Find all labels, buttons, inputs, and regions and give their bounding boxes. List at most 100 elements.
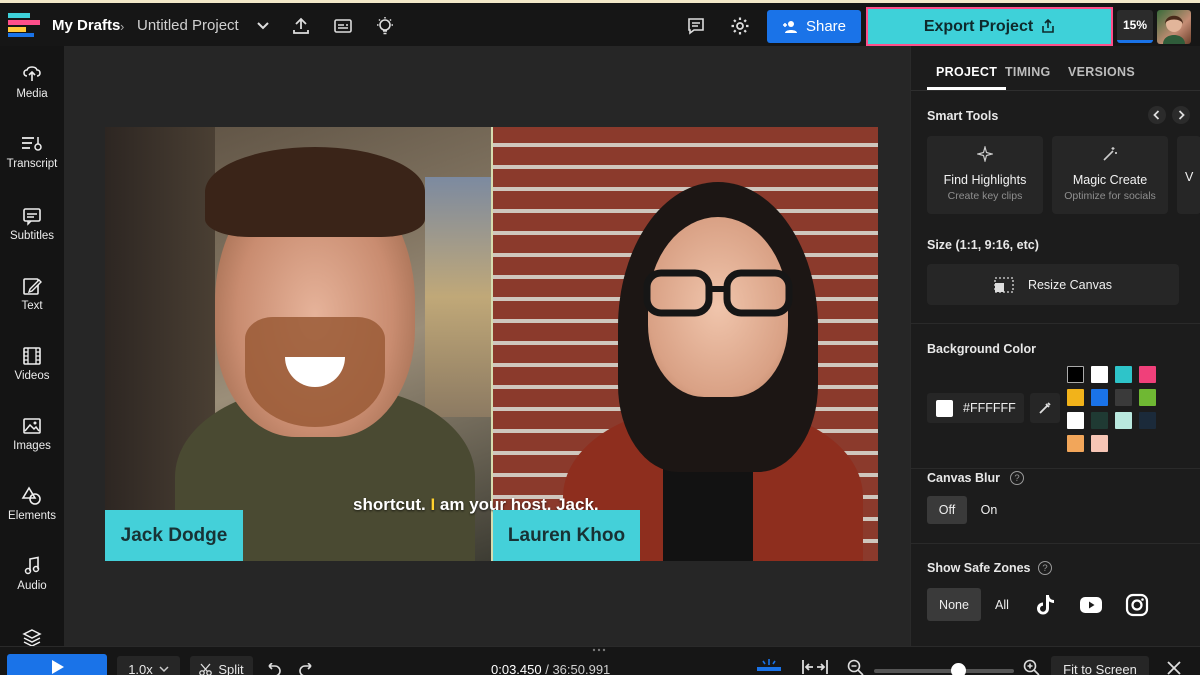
resize-label: Resize Canvas xyxy=(1027,277,1113,292)
undo-icon[interactable] xyxy=(265,663,281,675)
color-swatch[interactable] xyxy=(1139,366,1156,383)
sidebar-item-elements[interactable]: Elements xyxy=(0,486,64,522)
playback-timecode: 0:03.450 / 36:50.991 xyxy=(491,662,610,675)
tool-title: Find Highlights xyxy=(943,173,1027,187)
background-hex-input[interactable]: #FFFFFF xyxy=(927,393,1024,423)
color-swatch[interactable] xyxy=(1091,412,1108,429)
color-swatch[interactable] xyxy=(1139,412,1156,429)
avatar[interactable] xyxy=(1157,10,1191,44)
split-button[interactable]: Split xyxy=(190,656,253,675)
playback-speed-dropdown[interactable]: 1.0x xyxy=(117,656,180,675)
color-swatch[interactable] xyxy=(1115,389,1132,406)
chevron-left-icon[interactable] xyxy=(1148,106,1166,124)
time-separator: / xyxy=(541,662,553,675)
color-swatch[interactable] xyxy=(1091,366,1108,383)
caption-text: shortcut. xyxy=(353,495,431,514)
progress-badge[interactable]: 15% xyxy=(1117,10,1153,43)
sidebar-item-videos[interactable]: Videos xyxy=(0,346,64,382)
fit-timeline-icon[interactable] xyxy=(801,659,829,675)
sidebar-item-images[interactable]: Images xyxy=(0,416,64,452)
background-painting xyxy=(425,177,491,417)
share-button[interactable]: Share xyxy=(767,10,861,43)
zoom-out-icon[interactable] xyxy=(847,659,864,675)
close-icon[interactable] xyxy=(1166,660,1182,675)
tab-project[interactable]: PROJECT xyxy=(936,65,997,79)
chevron-down-icon xyxy=(159,666,169,673)
export-project-button[interactable]: Export Project xyxy=(866,7,1113,46)
sparkle-icon xyxy=(975,144,995,164)
music-note-icon xyxy=(24,556,40,575)
sidebar-item-label: Audio xyxy=(17,580,47,592)
sidebar-item-audio[interactable]: Audio xyxy=(0,556,64,592)
redo-icon[interactable] xyxy=(299,663,315,675)
third-tool-card[interactable]: V xyxy=(1177,136,1200,214)
tiktok-icon[interactable] xyxy=(1033,593,1057,617)
safe-zone-all-button[interactable]: All xyxy=(989,588,1015,621)
image-icon xyxy=(23,418,41,434)
zoom-in-icon[interactable] xyxy=(1023,659,1040,675)
left-sidebar: Media Transcript Subtitles Text Videos I… xyxy=(0,46,64,647)
play-button[interactable] xyxy=(7,654,107,675)
scissors-icon xyxy=(199,663,213,675)
help-icon[interactable]: ? xyxy=(1010,471,1024,485)
chevron-down-icon[interactable] xyxy=(256,18,270,32)
chevron-right-icon[interactable] xyxy=(1172,106,1190,124)
breadcrumb-my-drafts[interactable]: My Drafts xyxy=(52,17,120,34)
project-title[interactable]: Untitled Project xyxy=(137,17,239,34)
tab-timing[interactable]: TIMING xyxy=(1005,65,1051,79)
captions-icon[interactable] xyxy=(333,16,353,36)
waveform-icon[interactable] xyxy=(755,657,783,675)
upload-icon[interactable] xyxy=(291,16,311,36)
export-icon xyxy=(1042,19,1054,33)
color-swatch[interactable] xyxy=(1067,389,1084,406)
eyedropper-button[interactable] xyxy=(1030,393,1060,423)
sidebar-item-transcript[interactable]: Transcript xyxy=(0,134,64,170)
color-swatch[interactable] xyxy=(1115,366,1132,383)
avatar-image xyxy=(1163,15,1185,44)
resize-canvas-button[interactable]: Resize Canvas xyxy=(927,264,1179,305)
comment-icon[interactable] xyxy=(686,16,706,36)
export-label: Export Project xyxy=(923,17,1034,35)
divider xyxy=(911,90,1200,91)
blur-off-button[interactable]: Off xyxy=(927,496,967,524)
glasses-icon xyxy=(643,269,793,319)
fit-to-screen-button[interactable]: Fit to Screen xyxy=(1051,656,1149,675)
color-swatch[interactable] xyxy=(1091,389,1108,406)
sidebar-item-text[interactable]: Text xyxy=(0,276,64,312)
name-tag-right[interactable]: Lauren Khoo xyxy=(493,510,640,561)
breadcrumb-separator: › xyxy=(120,19,125,34)
gear-icon[interactable] xyxy=(730,16,750,36)
video-preview[interactable]: shortcut. I am your host, Jack, Jack Dod… xyxy=(105,127,878,561)
magic-wand-icon xyxy=(1103,147,1117,161)
background-color-heading: Background Color xyxy=(927,342,1037,356)
tool-subtitle: Optimize for socials xyxy=(1064,190,1156,202)
share-label: Share xyxy=(805,18,847,35)
logo-icon[interactable] xyxy=(8,13,40,37)
zoom-slider-track[interactable] xyxy=(874,669,1014,673)
tab-versions[interactable]: VERSIONS xyxy=(1068,65,1135,79)
color-swatch[interactable] xyxy=(1115,412,1132,429)
help-icon[interactable]: ? xyxy=(1038,561,1052,575)
blur-on-button[interactable]: On xyxy=(973,496,1005,524)
color-swatch[interactable] xyxy=(1139,389,1156,406)
transcript-icon xyxy=(22,137,42,151)
current-time: 0:03.450 xyxy=(491,662,542,675)
color-swatch[interactable] xyxy=(1067,366,1084,383)
instagram-icon[interactable] xyxy=(1125,593,1149,617)
magic-create-card[interactable]: Magic Create Optimize for socials xyxy=(1052,136,1168,214)
zoom-slider-handle[interactable] xyxy=(951,663,966,675)
color-swatch[interactable] xyxy=(1067,412,1084,429)
color-swatch[interactable] xyxy=(1067,435,1084,452)
youtube-icon[interactable] xyxy=(1079,593,1103,617)
lightbulb-icon[interactable] xyxy=(375,16,395,36)
find-highlights-card[interactable]: Find Highlights Create key clips xyxy=(927,136,1043,214)
divider xyxy=(911,543,1200,544)
color-swatch[interactable] xyxy=(1091,435,1108,452)
sidebar-item-subtitles[interactable]: Subtitles xyxy=(0,206,64,242)
drag-handle-icon[interactable] xyxy=(592,648,606,652)
sidebar-item-media[interactable]: Media xyxy=(0,64,64,100)
safe-zone-none-button[interactable]: None xyxy=(927,588,981,621)
subtitles-icon xyxy=(23,208,41,226)
play-icon xyxy=(51,660,64,674)
name-tag-left[interactable]: Jack Dodge xyxy=(105,510,243,561)
